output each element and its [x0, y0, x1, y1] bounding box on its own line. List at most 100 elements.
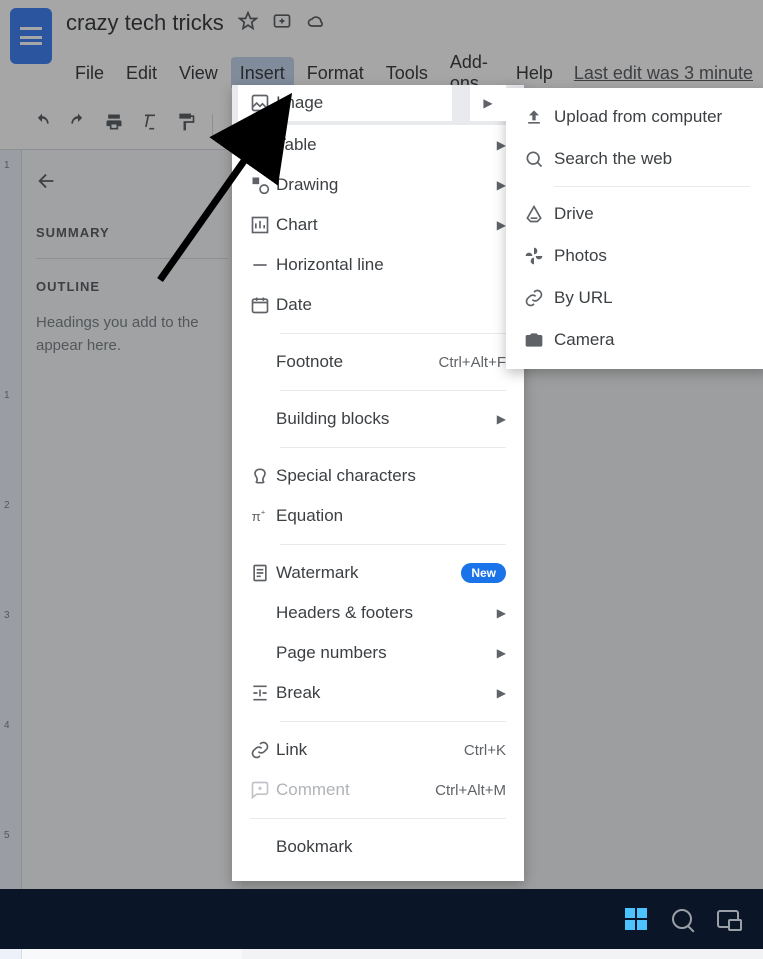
submenu-arrow-icon: ▶ — [497, 178, 506, 192]
vertical-ruler: 1 1 2 3 4 5 — [0, 150, 22, 959]
menu-equation[interactable]: π+Equation — [232, 496, 524, 536]
submenu-arrow-icon: ▶ — [497, 138, 506, 152]
menu-label: Footnote — [276, 352, 438, 372]
menu-comment: CommentCtrl+Alt+M — [232, 770, 524, 810]
back-arrow-icon[interactable] — [36, 170, 228, 197]
menu-separator — [280, 447, 506, 448]
format-clear-icon[interactable] — [140, 112, 160, 137]
submenu-label: Camera — [554, 330, 614, 350]
menu-date[interactable]: Date — [232, 285, 524, 325]
menu-table[interactable]: Table▶ — [232, 125, 524, 165]
menu-headers-footers[interactable]: Headers & footers▶ — [232, 593, 524, 633]
menu-break[interactable]: Break▶ — [232, 673, 524, 713]
date-icon — [250, 295, 276, 315]
image-icon — [250, 93, 276, 113]
image-submenu: Upload from computer Search the web Drive P… — [506, 88, 763, 369]
menu-label: Break — [276, 683, 497, 703]
submenu-by-url[interactable]: By URL — [506, 277, 763, 319]
menu-file[interactable]: File — [66, 57, 113, 90]
menu-special-characters[interactable]: Special characters — [232, 456, 524, 496]
comment-icon — [250, 780, 276, 800]
menu-page-numbers[interactable]: Page numbers▶ — [232, 633, 524, 673]
submenu-separator — [554, 186, 750, 187]
last-edit-link[interactable]: Last edit was 3 minute — [574, 63, 753, 84]
submenu-upload-from-computer[interactable]: Upload from computer — [506, 96, 763, 138]
menu-label: Bookmark — [276, 837, 506, 857]
cloud-icon[interactable] — [306, 11, 326, 36]
undo-icon[interactable] — [32, 112, 52, 137]
submenu-photos[interactable]: Photos — [506, 235, 763, 277]
menu-separator — [280, 333, 506, 334]
photos-icon — [524, 246, 554, 266]
submenu-label: Upload from computer — [554, 107, 722, 127]
menu-separator — [280, 544, 506, 545]
menu-label: Comment — [276, 780, 435, 800]
menu-label: Page numbers — [276, 643, 497, 663]
upload-icon — [524, 107, 554, 127]
camera-icon — [524, 330, 554, 350]
docs-logo-icon[interactable] — [10, 8, 52, 64]
menu-view[interactable]: View — [170, 57, 227, 90]
svg-text:+: + — [261, 507, 266, 516]
redo-icon[interactable] — [68, 112, 88, 137]
submenu-arrow-icon: ▶ — [497, 606, 506, 620]
drawing-icon — [250, 175, 276, 195]
menu-label: Date — [276, 295, 506, 315]
outline-hint: Headings you add to theappear here. — [36, 312, 228, 357]
submenu-label: Drive — [554, 204, 594, 224]
taskbar-search-icon[interactable] — [659, 896, 705, 942]
menu-label: Headers & footers — [276, 603, 497, 623]
menu-watermark[interactable]: WatermarkNew — [232, 553, 524, 593]
menu-footnote[interactable]: FootnoteCtrl+Alt+F — [232, 342, 524, 382]
submenu-label: Search the web — [554, 149, 672, 169]
menu-building-blocks[interactable]: Building blocks▶ — [232, 399, 524, 439]
menu-label: Chart — [276, 215, 497, 235]
outline-sidebar: SUMMARY OUTLINE Headings you add to thea… — [22, 150, 242, 959]
drive-icon — [524, 204, 554, 224]
submenu-label: Photos — [554, 246, 607, 266]
menu-label: Table — [276, 135, 497, 155]
menu-image-highlight[interactable]: Image — [238, 85, 452, 121]
new-badge: New — [461, 563, 506, 583]
submenu-arrow-icon: ▶ — [497, 646, 506, 660]
submenu-arrow-icon: ▶ — [497, 218, 506, 232]
break-icon — [250, 683, 276, 703]
move-icon[interactable] — [272, 11, 292, 36]
summary-heading: SUMMARY — [36, 225, 228, 240]
paint-format-icon[interactable] — [176, 112, 196, 137]
star-icon[interactable] — [238, 11, 258, 36]
menu-edit[interactable]: Edit — [117, 57, 166, 90]
shortcut-label: Ctrl+Alt+F — [438, 354, 506, 371]
shortcut-label: Ctrl+Alt+M — [435, 782, 506, 799]
menu-label: Drawing — [276, 175, 497, 195]
menu-label: Link — [276, 740, 464, 760]
menu-link[interactable]: LinkCtrl+K — [232, 730, 524, 770]
menu-bookmark[interactable]: Bookmark — [232, 827, 524, 867]
search-icon — [524, 149, 554, 169]
shortcut-label: Ctrl+K — [464, 742, 506, 759]
equation-icon: π+ — [250, 506, 276, 526]
url-icon — [524, 288, 554, 308]
menu-horizontal-line[interactable]: Horizontal line — [232, 245, 524, 285]
submenu-camera[interactable]: Camera — [506, 319, 763, 361]
hr-icon — [250, 255, 276, 275]
menu-separator — [280, 721, 506, 722]
toolbar-separator — [212, 114, 213, 136]
outline-heading: OUTLINE — [36, 279, 228, 294]
print-icon[interactable] — [104, 112, 124, 137]
windows-start-icon[interactable] — [613, 896, 659, 942]
menu-separator — [280, 390, 506, 391]
menu-chart[interactable]: Chart▶ — [232, 205, 524, 245]
menu-image-arrow: ▶ — [470, 85, 506, 121]
submenu-search-the-web[interactable]: Search the web — [506, 138, 763, 180]
windows-taskbar — [0, 889, 763, 949]
menu-drawing[interactable]: Drawing▶ — [232, 165, 524, 205]
menu-label: Horizontal line — [276, 255, 506, 275]
special-icon — [250, 466, 276, 486]
document-title[interactable]: crazy tech tricks — [66, 10, 224, 36]
submenu-label: By URL — [554, 288, 613, 308]
task-view-icon[interactable] — [705, 896, 751, 942]
submenu-arrow-icon: ▶ — [497, 412, 506, 426]
submenu-drive[interactable]: Drive — [506, 193, 763, 235]
table-icon — [250, 135, 276, 155]
